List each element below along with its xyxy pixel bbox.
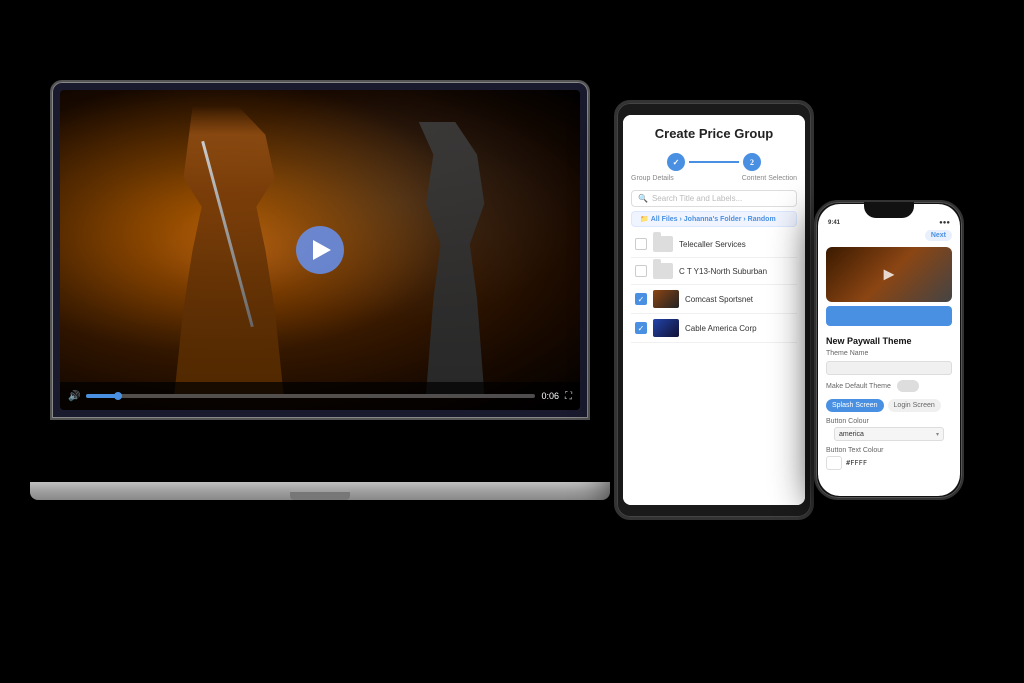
file-4-thumb [653, 319, 679, 337]
breadcrumb-home-icon: 📁 [640, 215, 649, 223]
file-item-3[interactable]: ✓ Comcast Sportsnet [631, 285, 797, 314]
phone-button-colour-section: Button Colour america ▾ [818, 416, 960, 445]
phone-button-text-colour-row: #FFFF [826, 456, 952, 470]
laptop-device: 🔊 0:06 ⛶ [50, 80, 610, 500]
tablet-device: Create Price Group ✓ 2 Group Details Con… [614, 100, 814, 520]
laptop-screen-outer: 🔊 0:06 ⛶ [50, 80, 590, 420]
search-input-placeholder: Search Title and Labels... [652, 194, 742, 203]
phone-content: 9:41 ●●● Next New Paywall Theme Theme Na… [818, 204, 960, 496]
phone-next-button[interactable]: Next [925, 230, 952, 241]
file-4-checkbox[interactable]: ✓ [635, 322, 647, 334]
chevron-down-icon: ▾ [936, 431, 939, 438]
phone-colour-swatch[interactable] [826, 456, 842, 470]
phone-default-theme-label: Make Default Theme [826, 383, 891, 390]
phone-button-colour-label: Button Colour [826, 418, 952, 425]
phone-button-text-colour-label: Button Text Colour [826, 447, 952, 454]
file-3-checkbox[interactable]: ✓ [635, 293, 647, 305]
phone-video-thumbnail [826, 247, 952, 302]
phone-notch [864, 202, 914, 218]
tablet-header: Create Price Group [623, 115, 805, 149]
singer-figure [138, 106, 320, 394]
main-scene: 🔊 0:06 ⛶ Create Price Group [0, 0, 1024, 683]
file-item-4[interactable]: ✓ Cable America Corp [631, 314, 797, 343]
file-3-thumb [653, 290, 679, 308]
phone-nav-bar: Next [818, 228, 960, 245]
step-labels: Group Details Content Selection [623, 175, 805, 186]
video-progress-bar[interactable] [86, 394, 535, 398]
laptop-notch [290, 492, 350, 500]
time-display: 0:06 [541, 391, 559, 401]
phone-default-theme-toggle[interactable] [897, 380, 919, 392]
file-4-name: Cable America Corp [685, 324, 793, 333]
file-2-folder-icon [653, 263, 673, 279]
phone-button-colour-select[interactable]: america ▾ [834, 427, 944, 441]
phone-signal: ●●● [939, 220, 950, 226]
file-list: Telecaller Services C T Y13-North Suburb… [623, 231, 805, 343]
step-2-circle: 2 [743, 153, 761, 171]
file-item-2[interactable]: C T Y13-North Suburban [631, 258, 797, 285]
volume-icon[interactable]: 🔊 [68, 391, 80, 402]
search-icon: 🔍 [638, 194, 648, 203]
video-content: 🔊 0:06 ⛶ [60, 90, 580, 410]
phone-screen: 9:41 ●●● Next New Paywall Theme Theme Na… [818, 204, 960, 496]
file-item-1[interactable]: Telecaller Services [631, 231, 797, 258]
file-1-name: Telecaller Services [679, 240, 793, 249]
video-controls-bar: 🔊 0:06 ⛶ [60, 382, 580, 410]
phone-button-text-colour-section: Button Text Colour #FFFF [818, 445, 960, 472]
tablet-dialog-title: Create Price Group [655, 126, 774, 141]
file-1-checkbox[interactable] [635, 238, 647, 250]
file-1-folder-icon [653, 236, 673, 252]
phone-colour-hex: #FFFF [846, 459, 867, 467]
phone-default-theme-row: Make Default Theme [818, 377, 960, 395]
file-2-name: C T Y13-North Suburban [679, 267, 793, 276]
breadcrumb-bar: 📁 All Files › Johanna's Folder › Random [631, 211, 797, 227]
fullscreen-icon[interactable]: ⛶ [565, 391, 572, 402]
phone-device: 9:41 ●●● Next New Paywall Theme Theme Na… [814, 200, 964, 500]
file-3-name: Comcast Sportsnet [685, 295, 793, 304]
laptop-screen-inner: 🔊 0:06 ⛶ [60, 90, 580, 410]
play-button[interactable] [296, 226, 344, 274]
step-2-label: Content Selection [742, 175, 797, 182]
search-bar[interactable]: 🔍 Search Title and Labels... [631, 190, 797, 207]
guitarist-figure [382, 122, 528, 394]
phone-button-colour-value: america [839, 431, 864, 438]
tablet-content: Create Price Group ✓ 2 Group Details Con… [623, 115, 805, 505]
progress-dot [114, 392, 122, 400]
phone-theme-name-label: Theme Name [818, 348, 960, 359]
phone-tab-splash[interactable]: Splash Screen [826, 399, 884, 412]
step-line [689, 161, 739, 163]
phone-tab-buttons: Splash Screen Login Screen [818, 399, 960, 412]
phone-theme-name-input[interactable] [826, 361, 952, 375]
file-2-checkbox[interactable] [635, 265, 647, 277]
tablet-screen: Create Price Group ✓ 2 Group Details Con… [623, 115, 805, 505]
phone-action-button[interactable] [826, 306, 952, 326]
breadcrumb-text: All Files › Johanna's Folder › Random [651, 216, 776, 223]
phone-status-bar: 9:41 ●●● [818, 218, 960, 228]
steps-indicator: ✓ 2 [623, 149, 805, 175]
phone-tab-login[interactable]: Login Screen [888, 399, 941, 412]
laptop-base [30, 482, 610, 500]
step-1-label: Group Details [631, 175, 674, 182]
step-1-circle: ✓ [667, 153, 685, 171]
phone-time: 9:41 [828, 220, 840, 226]
phone-section-title: New Paywall Theme [818, 330, 960, 348]
